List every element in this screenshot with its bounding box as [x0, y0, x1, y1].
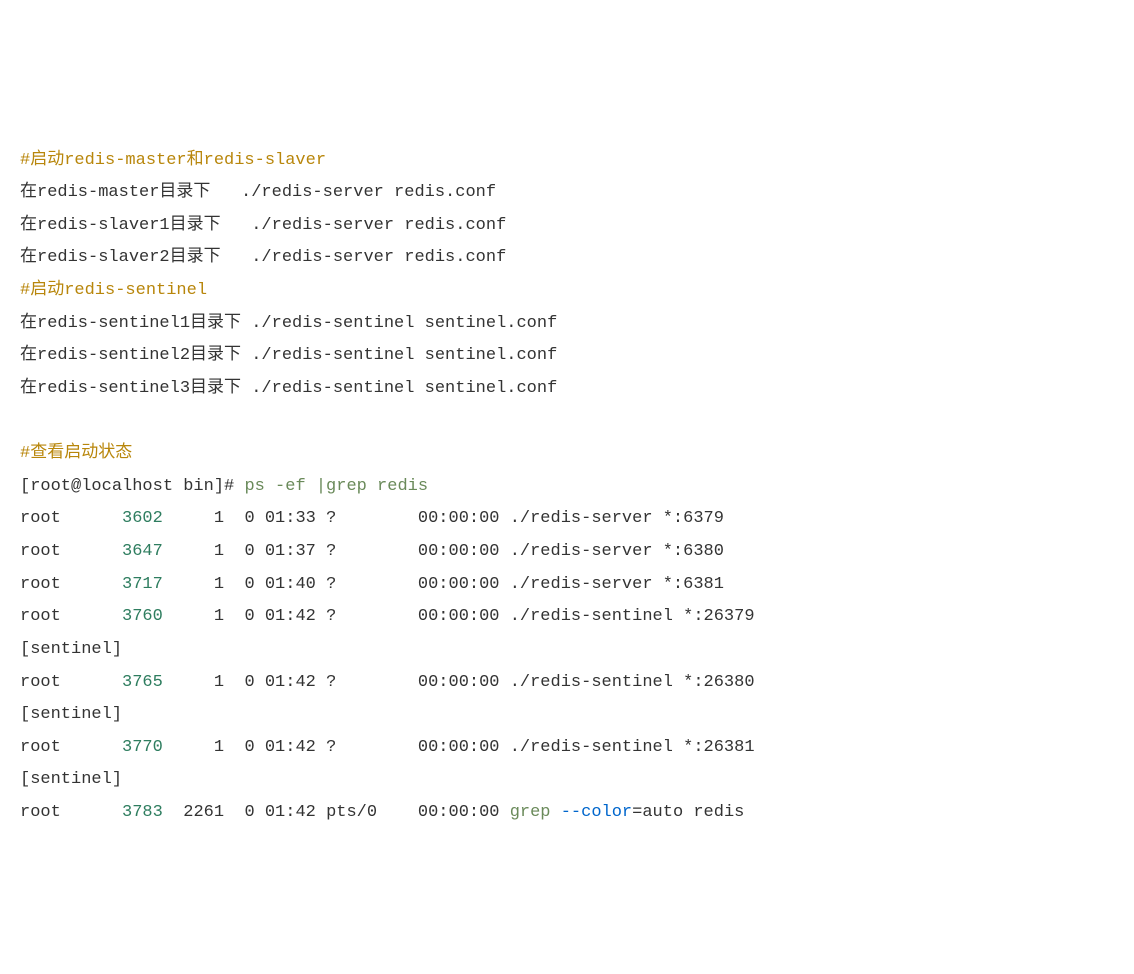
line-slaver1: 在redis-slaver1目录下 ./redis-server redis.c… [20, 216, 506, 235]
ps-row-pid: 3717 [122, 575, 163, 594]
ps-row-pid: 3765 [122, 673, 163, 692]
line-sentinel2: 在redis-sentinel2目录下 ./redis-sentinel sen… [20, 346, 557, 365]
ps-row-pid: 3602 [122, 509, 163, 528]
ps-row-pid: 3647 [122, 542, 163, 561]
ps-row-rest: 1 0 01:42 ? 00:00:00 ./redis-sentinel *:… [163, 607, 765, 626]
comment-start-sentinel: #启动redis-sentinel [20, 281, 207, 300]
ps-row-user: root [20, 509, 122, 528]
ps-command: ps -ef |grep redis [244, 477, 428, 496]
ps-row-user: root [20, 607, 122, 626]
ps-row-rest: 1 0 01:33 ? 00:00:00 ./redis-server *:63… [163, 509, 724, 528]
ps-row-rest: 1 0 01:42 ? 00:00:00 ./redis-sentinel *:… [163, 738, 765, 757]
sentinel-tag: [sentinel] [20, 705, 122, 724]
ps-row-pid: 3770 [122, 738, 163, 757]
comment-check-status: #查看启动状态 [20, 444, 132, 463]
line-sentinel3: 在redis-sentinel3目录下 ./redis-sentinel sen… [20, 379, 557, 398]
line-sentinel1: 在redis-sentinel1目录下 ./redis-sentinel sen… [20, 314, 557, 333]
line-slaver2: 在redis-slaver2目录下 ./redis-server redis.c… [20, 248, 506, 267]
sentinel-tag: [sentinel] [20, 640, 122, 659]
ps-row-rest: 1 0 01:37 ? 00:00:00 ./redis-server *:63… [163, 542, 724, 561]
ps-row-user: root [20, 738, 122, 757]
shell-prompt: [root@localhost bin]# [20, 477, 244, 496]
sentinel-tag: [sentinel] [20, 770, 122, 789]
ps-row-pid: 3760 [122, 607, 163, 626]
ps-row-user: root [20, 673, 122, 692]
ps-row-user: root [20, 575, 122, 594]
ps-row-rest: 1 0 01:40 ? 00:00:00 ./redis-server *:63… [163, 575, 724, 594]
ps-row-user: root [20, 542, 122, 561]
comment-start-redis: #启动redis-master和redis-slaver [20, 151, 326, 170]
line-master: 在redis-master目录下 ./redis-server redis.co… [20, 183, 496, 202]
ps-row-rest: 1 0 01:42 ? 00:00:00 ./redis-sentinel *:… [163, 673, 765, 692]
